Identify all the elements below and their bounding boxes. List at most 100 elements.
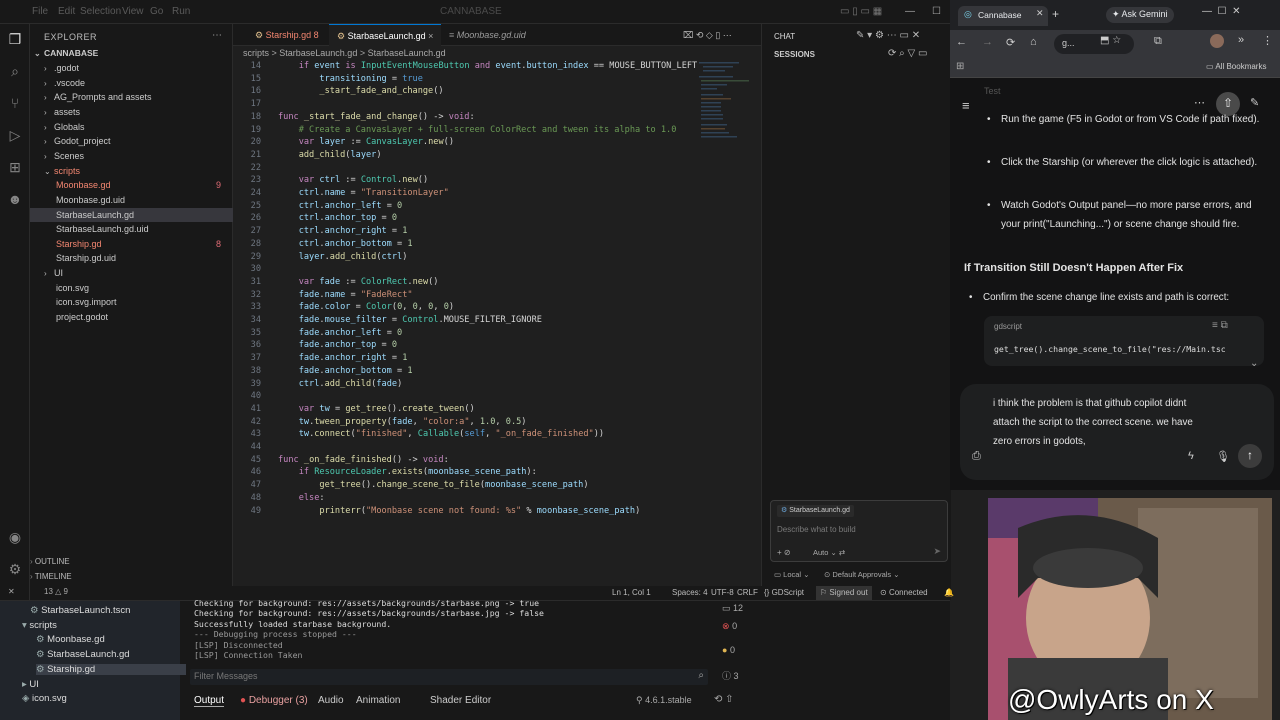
status-encoding[interactable]: UTF-8 (711, 586, 734, 600)
scroll-down-icon[interactable]: ⌄ (1250, 358, 1258, 369)
tree-item[interactable]: Moonbase.gd.uid (30, 193, 233, 208)
prompt-input[interactable]: i think the problem is that github copil… (960, 384, 1274, 480)
chat-input-box[interactable]: ⚙ StarbaseLaunch.gd Describe what to bui… (770, 500, 948, 562)
minimize-icon[interactable]: — (905, 6, 915, 17)
back-icon[interactable]: ← (956, 36, 967, 48)
code-line[interactable]: 38 fade.anchor_bottom = 1 (233, 365, 703, 378)
project-root[interactable]: ⌄ CANNABASE (30, 46, 233, 61)
prompt-text[interactable]: i think the problem is that github copil… (993, 394, 1193, 451)
context-chip[interactable]: ⚙ StarbaseLaunch.gd (777, 505, 854, 517)
tree-item[interactable]: › .godot (30, 61, 233, 76)
tab-close-icon[interactable]: ✕ (1036, 8, 1044, 19)
code-line[interactable]: 35 fade.anchor_left = 0 (233, 327, 703, 340)
code-line[interactable]: 15 transitioning = true (233, 73, 703, 86)
tab-output[interactable]: Output (194, 695, 225, 707)
home-icon[interactable]: ⌂ (1030, 36, 1037, 48)
scene-tree-item[interactable]: ⚙ Moonbase.gd (36, 634, 105, 645)
extensions-icon[interactable]: ⧉ (1154, 35, 1162, 48)
code-line[interactable]: 18 func _start_fade_and_change() -> void: (233, 111, 703, 124)
tab-audio[interactable]: Audio (318, 695, 344, 706)
tree-item[interactable]: icon.svg.import (30, 295, 233, 310)
location-select[interactable]: ▭ Local ⌄ (774, 570, 809, 579)
code-line[interactable]: 20 var layer := CanvasLayer.new() (233, 136, 703, 149)
code-line[interactable]: 43 tw.connect("finished", Callable(self,… (233, 428, 703, 441)
code-line[interactable]: 27 ctrl.anchor_right = 1 (233, 225, 703, 238)
mic-icon[interactable]: 🎙 (1216, 450, 1230, 463)
extensions-icon[interactable]: ⊞ (6, 158, 24, 176)
tab-starbaselaunch[interactable]: ⚙ StarbaseLaunch.gd × (329, 24, 442, 46)
code-line[interactable]: 29 layer.add_child(ctrl) (233, 251, 703, 264)
tree-item[interactable]: project.godot (30, 310, 233, 325)
code-line[interactable]: 48 else: (233, 492, 703, 505)
tree-item[interactable]: › .vscode (30, 76, 233, 91)
counter-info[interactable]: ⓘ 3 (722, 669, 739, 682)
tree-item[interactable]: › Godot_project (30, 134, 233, 149)
window-controls-icons[interactable]: — ☐ ✕ (1202, 6, 1240, 17)
status-connected[interactable]: ⊙ Connected (880, 586, 928, 600)
code-line[interactable]: 40 (233, 390, 703, 403)
menu-view[interactable]: View (122, 6, 144, 17)
scene-tree-item[interactable]: ◈ icon.svg (22, 693, 67, 704)
timeline-header[interactable]: › TIMELINE (30, 572, 72, 581)
status-signed-out[interactable]: ⚐ Signed out (816, 586, 872, 600)
tree-item[interactable]: Starship.gd 8 (30, 237, 233, 252)
tree-item[interactable]: › assets (30, 105, 233, 120)
counter-errors[interactable]: ⊗ 0 (722, 621, 737, 632)
status-eol[interactable]: CRLF (737, 586, 758, 600)
counter-warnings[interactable]: ● 0 (722, 645, 735, 655)
forward-icon[interactable]: → (982, 36, 993, 48)
code-line[interactable]: 47 get_tree().change_scene_to_file(moonb… (233, 479, 703, 492)
code-line[interactable]: 49 printerr("Moonbase scene not found: %… (233, 505, 703, 518)
tab-animation[interactable]: Animation (356, 695, 400, 706)
tree-item[interactable]: › AG_Prompts and assets (30, 90, 233, 105)
all-bookmarks[interactable]: ▭ All Bookmarks (1206, 62, 1266, 71)
menu-icon[interactable]: ⋮ (1262, 34, 1273, 47)
code-line[interactable]: 23 var ctrl := Control.new() (233, 174, 703, 187)
code-line[interactable]: 37 fade.anchor_right = 1 (233, 352, 703, 365)
menu-edit[interactable]: Edit (58, 6, 75, 17)
outline-header[interactable]: › OUTLINE (30, 557, 70, 566)
editor-actions-icons[interactable]: ⌧ ⟲ ◇ ▯ ⋯ (675, 24, 740, 46)
ask-gemini-button[interactable]: ✦ Ask Gemini (1106, 7, 1174, 23)
attach-icon[interactable]: ⎙ (972, 450, 981, 463)
chat-input-placeholder[interactable]: Describe what to build (777, 525, 856, 534)
code-line[interactable]: 22 (233, 162, 703, 175)
chat-actions-icons[interactable]: ✎ ▾ ⚙ ⋯ ▭ ✕ (856, 30, 920, 41)
browser-tab[interactable]: ◎ Cannabase ✕ (958, 6, 1048, 26)
tab-debugger[interactable]: ● Debugger (3) (240, 695, 308, 706)
tree-item[interactable]: Moonbase.gd 9 (30, 178, 233, 193)
scene-tree-item[interactable]: ▾ scripts (22, 620, 57, 631)
code-block-icons[interactable]: ≡ ⧉ (1212, 320, 1228, 331)
sessions-actions-icons[interactable]: ⟳ ⌕ ▽ ▭ (888, 48, 927, 59)
code-line[interactable]: 19 # Create a CanvasLayer + full-screen … (233, 124, 703, 137)
code-line[interactable]: 45 func _on_fade_finished() -> void: (233, 454, 703, 467)
address-bar[interactable]: g... (1054, 34, 1134, 54)
godot-icon[interactable]: ☻ (6, 190, 24, 208)
run-debug-icon[interactable]: ▷ (6, 126, 24, 144)
scene-tree-item[interactable]: ▸ UI (22, 679, 39, 690)
tree-item[interactable]: › Globals (30, 120, 233, 135)
new-chat-icon[interactable]: ✎ (1250, 96, 1259, 109)
scene-tree-item[interactable]: ⚙ Starship.gd (36, 663, 186, 675)
mode-select[interactable]: Auto ⌄ ⇄ (813, 548, 845, 557)
code-line[interactable]: 28 ctrl.anchor_bottom = 1 (233, 238, 703, 251)
code-line[interactable]: 44 (233, 441, 703, 454)
code-line[interactable]: 26 ctrl.anchor_top = 0 (233, 212, 703, 225)
profile-avatar[interactable] (1210, 34, 1224, 48)
filter-messages-input[interactable]: Filter Messages ⌕ (190, 669, 708, 685)
send-button[interactable]: ↑ (1238, 444, 1262, 468)
send-icon[interactable]: ➤ (933, 546, 941, 557)
code-line[interactable]: 34 fade.mouse_filter = Control.MOUSE_FIL… (233, 314, 703, 327)
maximize-icon[interactable]: ☐ (932, 6, 941, 17)
search-icon[interactable]: ⌕ (6, 62, 24, 80)
tab-shader-editor[interactable]: Shader Editor (430, 695, 491, 706)
code-line[interactable]: 16 _start_fade_and_change() (233, 85, 703, 98)
code-line[interactable]: 33 fade.color = Color(0, 0, 0, 0) (233, 301, 703, 314)
tree-item[interactable]: Starship.gd.uid (30, 251, 233, 266)
code-line[interactable]: 42 tw.tween_property(fade, "color:a", 1.… (233, 416, 703, 429)
code-line[interactable]: 36 fade.anchor_top = 0 (233, 339, 703, 352)
tree-item[interactable]: › Scenes (30, 149, 233, 164)
code-line[interactable]: 14 if event is InputEventMouseButton and… (233, 60, 703, 73)
code-line[interactable]: 24 ctrl.name = "TransitionLayer" (233, 187, 703, 200)
menu-selection[interactable]: Selection (80, 6, 121, 17)
